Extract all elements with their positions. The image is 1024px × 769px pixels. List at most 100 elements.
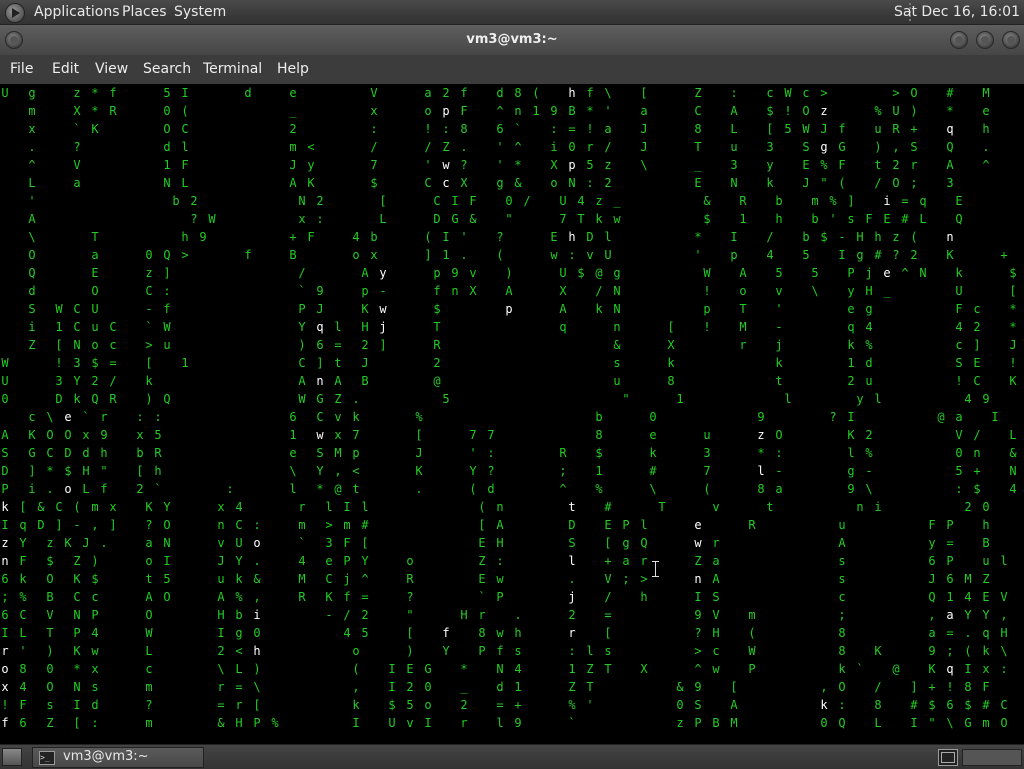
terminal-char: : bbox=[586, 176, 594, 190]
terminal-char: v bbox=[406, 716, 414, 730]
terminal-char: L bbox=[145, 644, 153, 658]
terminal-char: & bbox=[469, 212, 477, 226]
terminal-char: I bbox=[388, 680, 396, 694]
terminal-char: b bbox=[235, 608, 243, 622]
terminal-char: : bbox=[136, 410, 144, 424]
terminal-char: w bbox=[316, 428, 324, 442]
taskbar-label: vm3@vm3:~ bbox=[63, 749, 149, 764]
terminal-char: 0 bbox=[46, 662, 54, 676]
terminal-row: r ') Kw L 2 < h o) Y Pf s: l s > c W 8 K 9;(k \ bbox=[0, 642, 1024, 660]
workspace-1-icon[interactable] bbox=[938, 749, 958, 766]
terminal-char: 0 bbox=[955, 446, 963, 460]
menu-search[interactable]: Search bbox=[143, 61, 191, 78]
terminal-char: ( bbox=[496, 248, 504, 262]
terminal-char: R bbox=[739, 194, 747, 208]
terminal-char: g bbox=[235, 626, 243, 640]
taskbar-terminal-button[interactable]: >_ vm3@vm3:~ bbox=[32, 747, 204, 768]
terminal-char: F bbox=[955, 302, 963, 316]
terminal-char: 3 bbox=[73, 356, 81, 370]
terminal-char: q bbox=[946, 662, 954, 676]
menu-help[interactable]: Help bbox=[277, 61, 309, 78]
terminal-char: ; bbox=[622, 572, 630, 586]
terminal-char: a bbox=[91, 248, 99, 262]
terminal-char: ) bbox=[298, 338, 306, 352]
workspace-switcher[interactable] bbox=[962, 749, 1022, 766]
terminal-char: + bbox=[514, 698, 522, 712]
terminal-char: u bbox=[874, 122, 882, 136]
terminal-char: = bbox=[901, 194, 909, 208]
menu-edit[interactable]: Edit bbox=[52, 61, 79, 78]
terminal-char: J bbox=[361, 356, 369, 370]
terminal-char: R bbox=[109, 392, 117, 406]
terminal-char: c bbox=[766, 86, 774, 100]
terminal-char: p bbox=[703, 302, 711, 316]
clock[interactable]: Sat Dec 16, 16:01 bbox=[894, 3, 1020, 21]
terminal-char: E bbox=[802, 158, 810, 172]
system-menu[interactable]: System bbox=[172, 3, 228, 21]
terminal-char: a bbox=[622, 554, 630, 568]
terminal-char: = bbox=[334, 338, 342, 352]
terminal-char: / bbox=[298, 266, 306, 280]
terminal-char: ] bbox=[109, 518, 117, 532]
terminal-char: 6 bbox=[496, 122, 504, 136]
terminal-char: r bbox=[739, 338, 747, 352]
terminal-char: H bbox=[235, 716, 243, 730]
terminal-char: \ bbox=[289, 464, 297, 478]
terminal-char: n bbox=[946, 230, 954, 244]
terminal-char: F bbox=[460, 104, 468, 118]
terminal-char: V bbox=[604, 572, 612, 586]
terminal-char: h bbox=[154, 464, 162, 478]
terminal-char: T bbox=[739, 302, 747, 316]
terminal-char: l bbox=[847, 446, 855, 460]
terminal-char: X bbox=[469, 284, 477, 298]
terminal-char: 6 bbox=[928, 554, 936, 568]
terminal-char: : bbox=[226, 482, 234, 496]
terminal-char: x bbox=[136, 428, 144, 442]
terminal-char: E bbox=[955, 194, 963, 208]
close-button[interactable] bbox=[1002, 31, 1020, 49]
show-desktop-icon[interactable] bbox=[2, 748, 22, 766]
places-menu[interactable]: Places bbox=[120, 3, 169, 21]
terminal-char: [ bbox=[379, 194, 387, 208]
terminal-char: S bbox=[910, 140, 918, 154]
terminal-char: P bbox=[694, 716, 702, 730]
applications-menu[interactable]: Applications bbox=[32, 3, 122, 21]
window-titlebar[interactable]: vm3@vm3:~ bbox=[0, 25, 1024, 55]
terminal-char: _ bbox=[883, 284, 891, 298]
menu-view[interactable]: View bbox=[95, 61, 128, 78]
terminal-char: m bbox=[811, 194, 819, 208]
terminal-char: a bbox=[640, 104, 648, 118]
terminal-char: $ bbox=[820, 230, 828, 244]
terminal-char: . bbox=[982, 140, 990, 154]
terminal-output[interactable]: Ug z * f 5 Id e Va 2 f d 8(h f \[Z: c Wc > > O # Mm X * R 0(_ x o p… bbox=[0, 84, 1024, 744]
terminal-char: w bbox=[694, 536, 702, 550]
terminal-char: n bbox=[613, 320, 621, 334]
maximize-button[interactable] bbox=[976, 31, 994, 49]
terminal-char: 6 bbox=[946, 698, 954, 712]
terminal-char: I bbox=[964, 662, 972, 676]
menu-terminal[interactable]: Terminal bbox=[203, 61, 262, 78]
terminal-char: X bbox=[640, 662, 648, 676]
terminal-char: 2 bbox=[289, 122, 297, 136]
terminal-char: N bbox=[613, 284, 621, 298]
distro-logo-icon[interactable] bbox=[5, 3, 25, 23]
menu-file[interactable]: File bbox=[10, 61, 33, 78]
terminal-char: F bbox=[343, 536, 351, 550]
terminal-char: c bbox=[28, 410, 36, 424]
terminal-char: , bbox=[820, 680, 828, 694]
terminal-char: * bbox=[694, 230, 702, 244]
terminal-char: 9 bbox=[694, 608, 702, 622]
terminal-char: ^ bbox=[982, 158, 990, 172]
terminal-char: @ bbox=[433, 374, 441, 388]
terminal-char: $ bbox=[595, 446, 603, 460]
terminal-char: 9 bbox=[928, 644, 936, 658]
terminal-char: 4 bbox=[766, 248, 774, 262]
terminal-char: C bbox=[73, 320, 81, 334]
terminal-char: " bbox=[928, 716, 936, 730]
terminal-char: ? bbox=[460, 158, 468, 172]
terminal-char: L bbox=[181, 176, 189, 190]
terminal-char: c bbox=[973, 302, 981, 316]
terminal-char: g bbox=[28, 86, 36, 100]
terminal-char: : bbox=[1000, 662, 1008, 676]
minimize-button[interactable] bbox=[950, 31, 968, 49]
